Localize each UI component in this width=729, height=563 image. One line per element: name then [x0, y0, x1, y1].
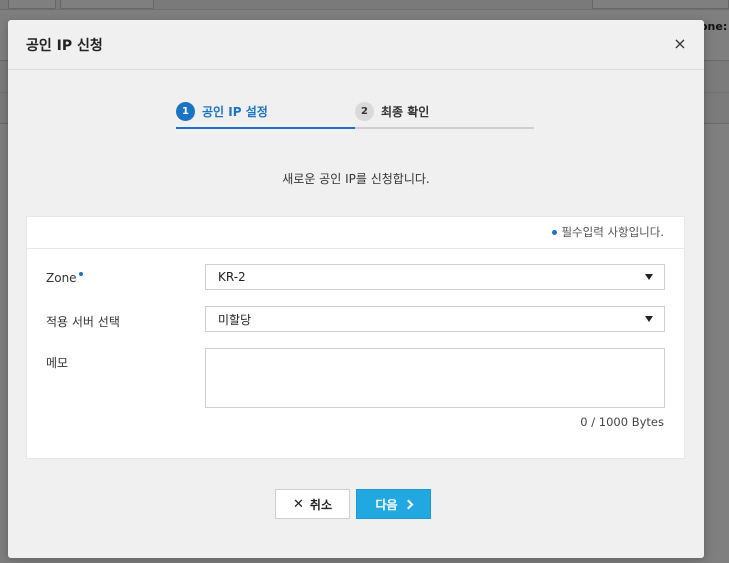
- close-icon: ✕: [293, 496, 304, 512]
- modal-description: 새로운 공인 IP를 신청합니다.: [282, 172, 430, 186]
- step-label: 공인 IP 설정: [202, 105, 268, 119]
- server-label-text: 적용 서버 선택: [46, 315, 120, 329]
- zone-select-value: KR-2: [218, 270, 246, 284]
- step-label: 최종 확인: [381, 105, 430, 119]
- server-select[interactable]: 미할당: [205, 306, 665, 332]
- step-number: 1: [176, 102, 195, 121]
- step-final-confirm: 2 최종 확인: [355, 98, 534, 129]
- step-number: 2: [355, 102, 374, 121]
- form-card: 필수입력 사항입니다. Zone KR-2 적용 서버 선택 미할당 메모 0 …: [26, 216, 685, 459]
- server-select-value: 미할당: [218, 312, 252, 327]
- apply-public-ip-modal: 공인 IP 신청 × 1 공인 IP 설정 2 최종 확인 새로운 공인 IP를…: [8, 20, 704, 558]
- required-note: 필수입력 사항입니다.: [552, 224, 664, 240]
- cancel-button-label: 취소: [309, 497, 332, 512]
- memo-label-text: 메모: [46, 356, 69, 370]
- caret-down-icon: [645, 316, 653, 322]
- zone-select[interactable]: KR-2: [205, 264, 665, 290]
- next-button-label: 다음: [375, 497, 398, 512]
- step-indicator: 1 공인 IP 설정 2 최종 확인: [176, 98, 534, 129]
- caret-down-icon: [645, 274, 653, 280]
- memo-textarea[interactable]: [205, 348, 665, 408]
- required-dot-icon: [78, 272, 83, 276]
- memo-byte-count: 0 / 1000 Bytes: [580, 415, 664, 429]
- modal-header: 공인 IP 신청 ×: [8, 20, 704, 70]
- zone-label-text: Zone: [46, 271, 77, 285]
- required-dot-icon: [552, 229, 558, 235]
- chevron-right-icon: [403, 499, 413, 509]
- close-icon[interactable]: ×: [672, 36, 688, 52]
- server-label: 적용 서버 선택: [46, 313, 120, 330]
- cancel-button[interactable]: ✕ 취소: [275, 489, 350, 519]
- modal-title: 공인 IP 신청: [26, 38, 103, 54]
- required-note-text: 필수입력 사항입니다.: [561, 225, 664, 239]
- step-public-ip-setting: 1 공인 IP 설정: [176, 98, 355, 129]
- next-button[interactable]: 다음: [356, 489, 431, 519]
- zone-label: Zone: [46, 271, 83, 285]
- card-divider: [27, 248, 684, 249]
- memo-label: 메모: [46, 354, 68, 371]
